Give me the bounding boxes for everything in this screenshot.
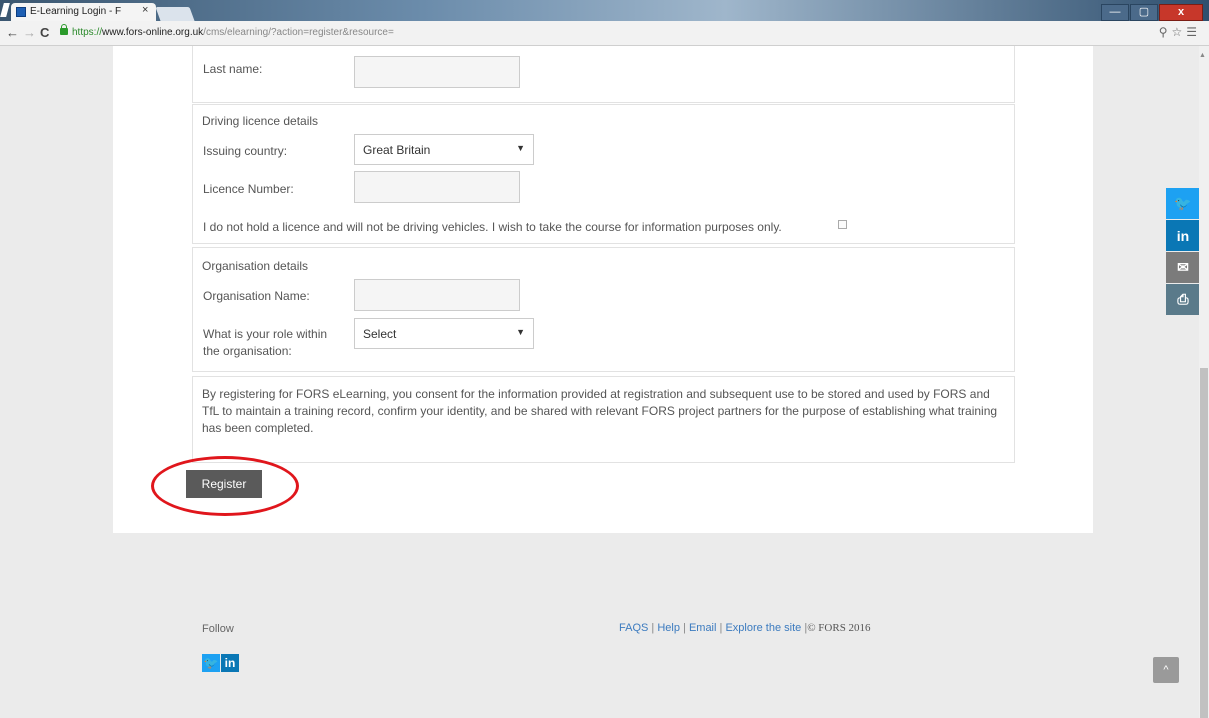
restore-button[interactable]: ▢ [1130,4,1158,21]
faqs-link[interactable]: FAQS [619,622,648,634]
issuing-country-label: Issuing country: [203,144,288,158]
role-label-line2: the organisation: [203,344,292,358]
registration-card: Last name: Driving licence details Issui… [113,46,1093,533]
print-icon[interactable]: ⎙ [1166,284,1200,315]
organisation-section: Organisation details Organisation Name: … [192,247,1015,372]
favicon-icon [16,7,26,17]
twitter-share-icon[interactable]: 🐦 [1166,188,1200,219]
page-viewport: Last name: Driving licence details Issui… [0,46,1209,718]
name-section: Last name: [192,46,1015,103]
email-link[interactable]: Email [689,622,717,634]
help-link[interactable]: Help [657,622,680,634]
share-sidebar: 🐦 in ✉ ⎙ [1166,188,1200,316]
no-licence-checkbox[interactable] [838,220,847,229]
scrollbar-thumb[interactable] [1200,368,1208,718]
role-label-line1: What is your role within [203,327,328,341]
footer-links: FAQS | Help | Email | Explore the site |… [619,622,871,634]
back-arrow-icon[interactable]: ← [6,25,19,40]
twitter-icon[interactable]: 🐦 [202,654,220,672]
close-window-button[interactable]: x [1159,4,1203,21]
issuing-country-value: Great Britain [363,143,431,157]
licence-number-input[interactable] [354,171,520,203]
register-button[interactable]: Register [186,470,262,498]
new-tab-button[interactable] [155,7,195,21]
browser-tab[interactable]: E-Learning Login - F × [11,3,156,21]
reload-icon[interactable]: C [40,25,49,40]
browser-titlebar: E-Learning Login - F × — ▢ x [0,0,1209,21]
last-name-label: Last name: [203,62,263,76]
dropdown-arrow-icon: ▼ [516,327,525,337]
licence-number-label: Licence Number: [203,182,294,196]
org-name-input[interactable] [354,279,520,311]
tab-title: E-Learning Login - F [30,6,122,17]
consent-text: By registering for FORS eLearning, you c… [202,387,998,435]
org-section-title: Organisation details [202,259,309,273]
role-select-value: Select [363,327,397,341]
explore-site-link[interactable]: Explore the site [725,622,801,634]
linkedin-share-icon[interactable]: in [1166,220,1200,251]
browser-toolbar-icons[interactable]: ⚲☆☰ [1159,25,1201,39]
email-share-icon[interactable]: ✉ [1166,252,1200,283]
role-select[interactable]: Select ▼ [354,318,534,349]
forward-arrow-icon[interactable]: → [23,25,36,40]
linkedin-icon[interactable]: in [221,654,239,672]
issuing-country-select[interactable]: Great Britain ▼ [354,134,534,165]
minimize-button[interactable]: — [1101,4,1129,21]
url-field[interactable]: https://www.fors-online.org.uk/cms/elear… [72,27,394,38]
tab-close-icon[interactable]: × [142,4,148,16]
follow-label: Follow [202,623,234,635]
dropdown-arrow-icon: ▼ [516,143,525,153]
lock-icon [60,24,68,35]
scroll-to-top-button[interactable]: ^ [1153,657,1179,683]
no-licence-label: I do not hold a licence and will not be … [203,220,782,234]
scroll-up-arrow-icon[interactable]: ▲ [1199,52,1206,59]
consent-section: By registering for FORS eLearning, you c… [192,376,1015,463]
window-controls: — ▢ x [1100,2,1203,21]
licence-section-title: Driving licence details [202,114,319,128]
browser-logo-icon [0,3,10,17]
last-name-input[interactable] [354,56,520,88]
address-bar: ← → C https://www.fors-online.org.uk/cms… [0,21,1209,46]
footer-social-icons: 🐦 in [202,654,240,672]
driving-licence-section: Driving licence details Issuing country:… [192,104,1015,244]
org-name-label: Organisation Name: [203,289,310,303]
copyright-text: © FORS 2016 [807,622,871,634]
